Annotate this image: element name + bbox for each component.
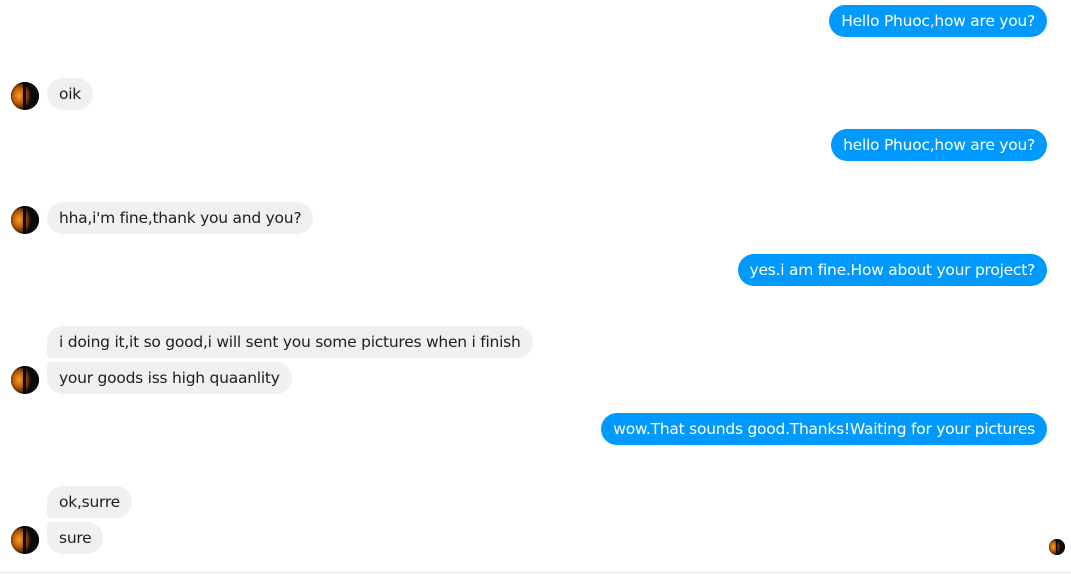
outgoing-message[interactable]: hello Phuoc,how are you?	[831, 129, 1047, 161]
incoming-message[interactable]: hha,i'm fine,thank you and you?	[47, 202, 314, 234]
outgoing-message[interactable]: wow.That sounds good.Thanks!Waiting for …	[601, 413, 1047, 445]
outgoing-message[interactable]: Hello Phuoc,how are you?	[829, 5, 1047, 37]
seen-receipt-avatar-icon	[1049, 539, 1065, 555]
contact-avatar-icon[interactable]	[11, 206, 39, 234]
contact-avatar-icon[interactable]	[11, 526, 39, 554]
message-thread[interactable]: Hello Phuoc,how are you? oik hello Phuoc…	[0, 0, 1071, 573]
incoming-message[interactable]: sure	[47, 522, 104, 554]
incoming-message[interactable]: ok,surre	[47, 486, 132, 518]
outgoing-message[interactable]: yes.i am fine.How about your project?	[737, 254, 1047, 286]
contact-avatar-icon[interactable]	[11, 366, 39, 394]
contact-avatar-icon[interactable]	[11, 82, 39, 110]
incoming-message[interactable]: i doing it,it so good,i will sent you so…	[47, 326, 533, 358]
incoming-message[interactable]: your goods iss high quaanlity	[47, 362, 292, 394]
incoming-message[interactable]: oik	[47, 78, 94, 110]
